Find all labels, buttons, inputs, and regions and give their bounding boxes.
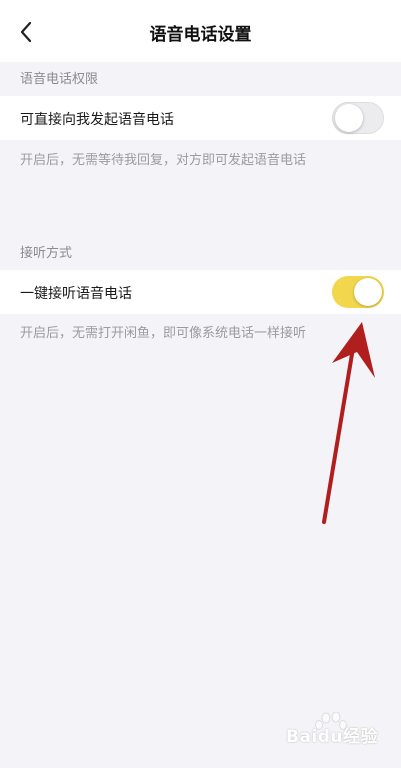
one-tap-answer-toggle[interactable] bbox=[332, 276, 384, 308]
section-label-permission: 语音电话权限 bbox=[20, 72, 99, 87]
hint-one-tap-answer: 开启后，无需打开闲鱼，即可像系统电话一样接听 bbox=[20, 326, 307, 341]
page-title: 语音电话设置 bbox=[149, 25, 252, 45]
toggle-knob bbox=[335, 104, 363, 132]
section-label-answer-mode: 接听方式 bbox=[20, 246, 73, 261]
row-one-tap-answer: 一键接听语音电话 bbox=[0, 270, 401, 314]
row-allow-direct-call: 可直接向我发起语音电话 bbox=[0, 96, 401, 140]
hint-allow-direct-call: 开启后，无需等待我回复，对方即可发起语音电话 bbox=[20, 153, 307, 168]
row-label-one-tap-answer: 一键接听语音电话 bbox=[20, 286, 132, 302]
row-label-allow-direct-call: 可直接向我发起语音电话 bbox=[20, 112, 174, 128]
navigation-bar: 语音电话设置 bbox=[0, 0, 401, 62]
watermark-text: Baidu经验 bbox=[286, 727, 379, 747]
toggle-knob bbox=[354, 278, 382, 306]
allow-direct-call-toggle[interactable] bbox=[332, 102, 384, 134]
